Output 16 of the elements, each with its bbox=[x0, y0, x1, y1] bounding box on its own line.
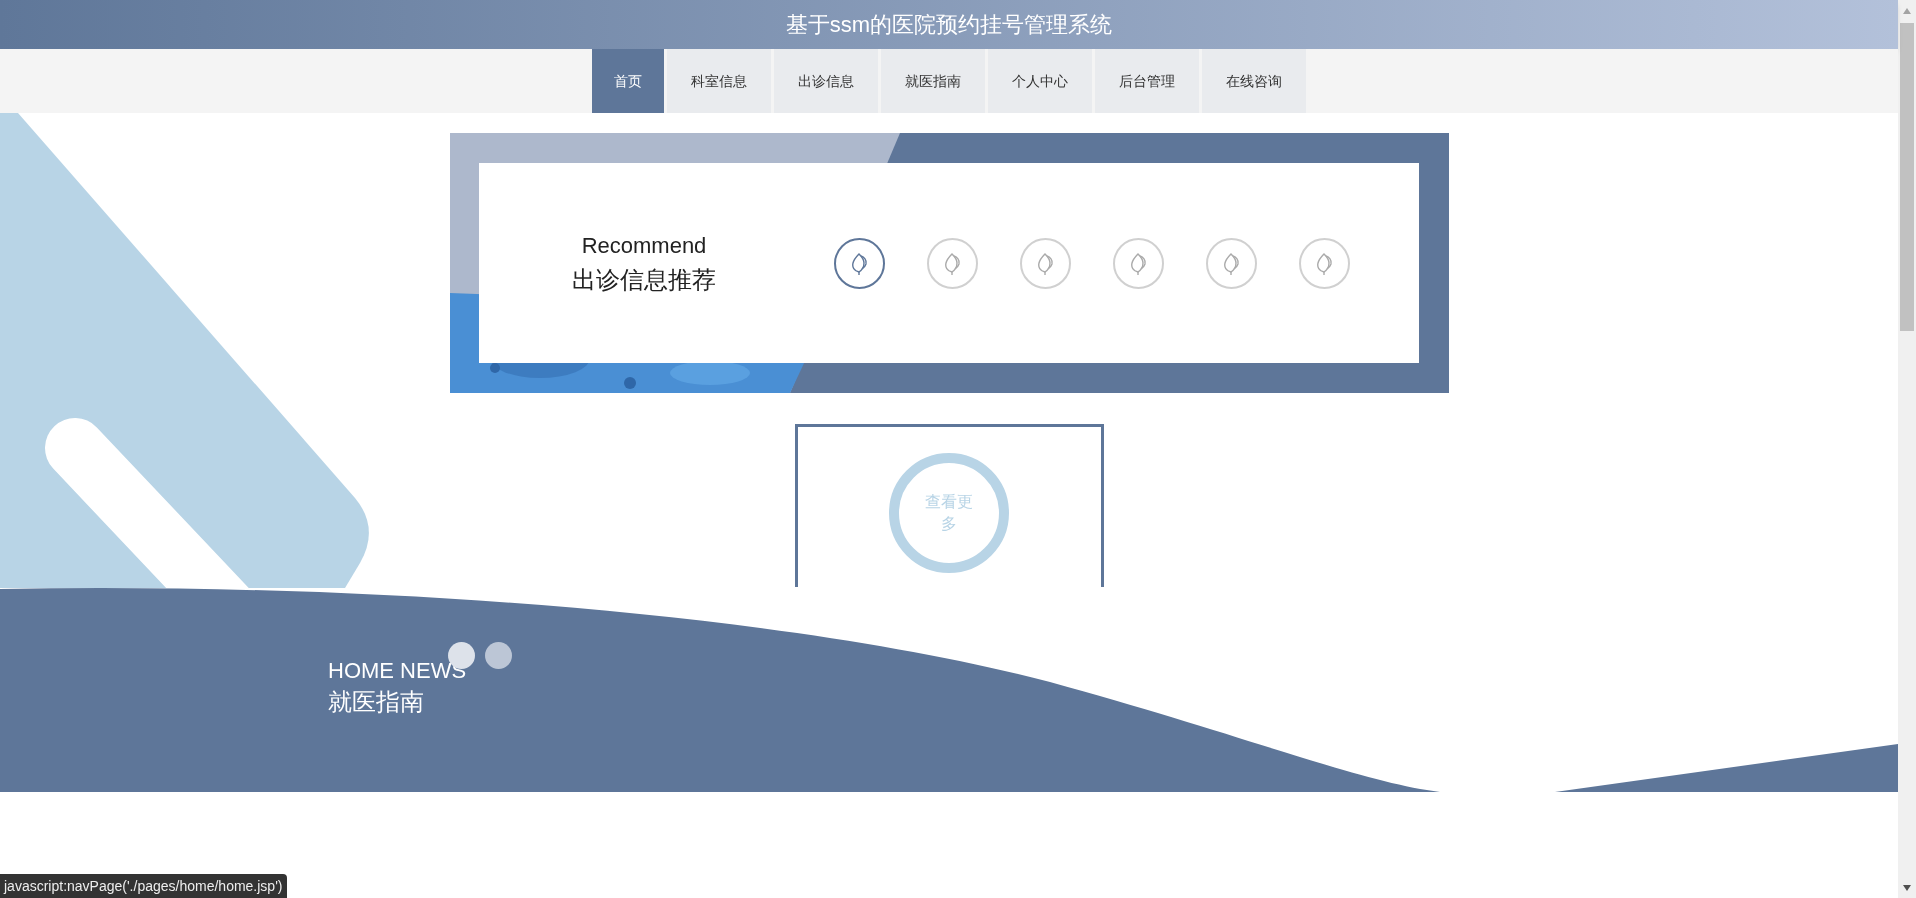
nav-tab[interactable]: 就医指南 bbox=[881, 49, 985, 113]
nav-tab[interactable]: 首页 bbox=[592, 49, 664, 113]
scroll-down-icon[interactable] bbox=[1902, 884, 1912, 892]
section-title-en: Recommend bbox=[581, 231, 707, 260]
scroll-up-icon[interactable] bbox=[1902, 7, 1912, 15]
nav-tab[interactable]: 在线咨询 bbox=[1202, 49, 1306, 113]
section-title: 出诊信息推荐 bbox=[572, 264, 716, 295]
nav-tab[interactable]: 后台管理 bbox=[1095, 49, 1199, 113]
nav-tab[interactable]: 出诊信息 bbox=[774, 49, 878, 113]
news-title: 就医指南 bbox=[328, 687, 425, 717]
status-url: javascript:navPage('./pages/home/home.jsp') bbox=[4, 876, 283, 896]
nav-tab[interactable]: 个人中心 bbox=[988, 49, 1092, 113]
nav-tab[interactable]: 科室信息 bbox=[667, 49, 771, 113]
scrollbar-thumb[interactable] bbox=[1900, 23, 1914, 331]
site-title: 基于ssm的医院预约挂号管理系统 bbox=[785, 11, 1113, 39]
slide-indicator[interactable] bbox=[834, 237, 885, 289]
